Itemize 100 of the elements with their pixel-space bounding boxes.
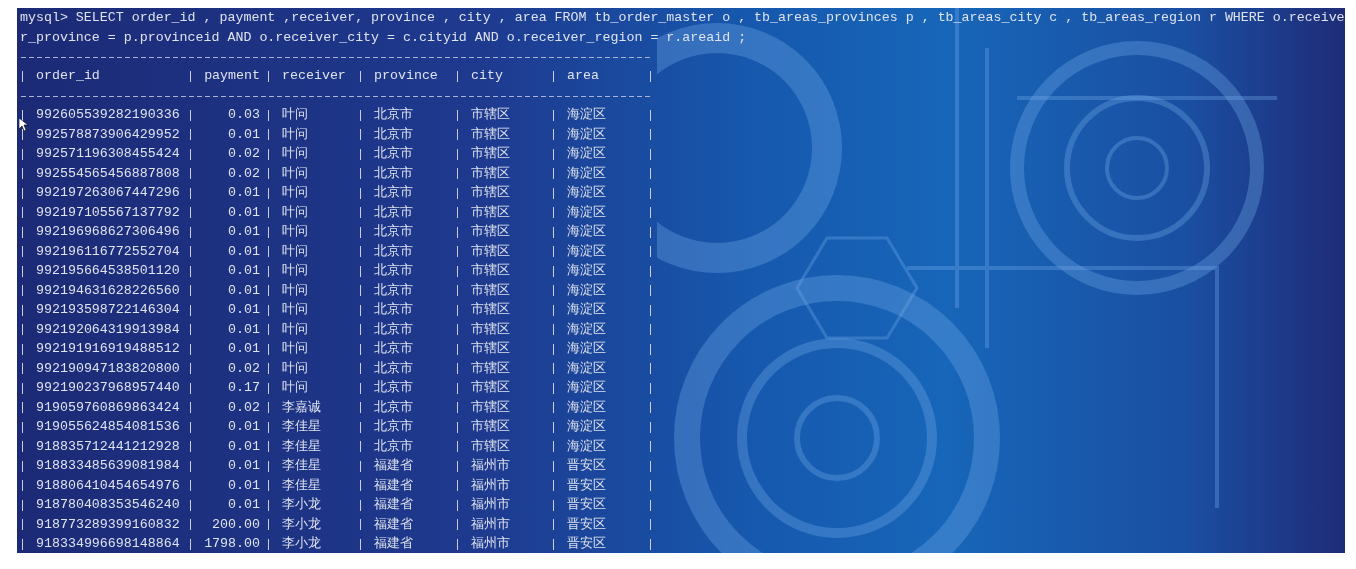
- table-cell-text: 0.01: [227, 302, 261, 319]
- table-cell-text: 北京市: [373, 399, 413, 416]
- table-cell-text: 992196968627306496: [35, 224, 180, 241]
- table-cell-text: 叶问: [281, 185, 308, 202]
- table-cell-text: 北京市: [373, 224, 413, 241]
- table-cell-text: 叶问: [281, 107, 308, 124]
- table-cell-text: 992196116772552704: [35, 243, 180, 260]
- table-cell-text: 海淀区: [566, 321, 606, 338]
- table-cell-text: 919059760869863424: [35, 399, 180, 416]
- table-cell-text: 918835712441212928: [35, 438, 180, 455]
- table-cell-text: 福州市: [470, 497, 510, 514]
- table-cell-text: 992193598722146304: [35, 302, 180, 319]
- table-cell-text: 北京市: [373, 146, 413, 163]
- table-cell-text: 叶问: [281, 243, 308, 260]
- table-cell-text: 叶问: [281, 204, 308, 221]
- table-cell-text: 叶问: [281, 321, 308, 338]
- table-cell-text: 福州市: [470, 458, 510, 475]
- table-cell-text: 北京市: [373, 380, 413, 397]
- table-cell-text: 晋安区: [566, 458, 606, 475]
- table-cell-text: 919055624854081536: [35, 419, 180, 436]
- table-cell-text: 北京市: [373, 185, 413, 202]
- table-cell-text: 992197263067447296: [35, 185, 180, 202]
- table-cell-text: 市辖区: [470, 360, 510, 377]
- table-cell-text: 福建省: [373, 477, 413, 494]
- table-cell-text: 市辖区: [470, 126, 510, 143]
- table-cell-text: 海淀区: [566, 341, 606, 358]
- table-cell-text: 市辖区: [470, 399, 510, 416]
- table-cell-text: 市辖区: [470, 380, 510, 397]
- table-cell-text: 992195664538501120: [35, 263, 180, 280]
- column-header: order_id: [35, 68, 100, 85]
- table-cell-text: 晋安区: [566, 516, 606, 533]
- table-cell-text: 海淀区: [566, 438, 606, 455]
- table-cell-text: 0.01: [227, 243, 261, 260]
- table-cell-text: 1798.00: [203, 536, 261, 553]
- table-cell-text: 叶问: [281, 360, 308, 377]
- table-cell-text: 福建省: [373, 536, 413, 553]
- table-cell-text: 北京市: [373, 165, 413, 182]
- table-cell-text: 北京市: [373, 438, 413, 455]
- table-cell-text: 海淀区: [566, 302, 606, 319]
- table-cell-text: 市辖区: [470, 224, 510, 241]
- table-cell-text: 北京市: [373, 360, 413, 377]
- table-cell-text: 福建省: [373, 516, 413, 533]
- table-cell-text: 918833485639081984: [35, 458, 180, 475]
- table-cell-text: 李小龙: [281, 497, 321, 514]
- table-cell-text: 992192064319913984: [35, 321, 180, 338]
- table-cell-text: 福州市: [470, 536, 510, 553]
- table-cell-text: 北京市: [373, 341, 413, 358]
- table-cell-text: 992571196308455424: [35, 146, 180, 163]
- table-cell-text: 0.17: [227, 380, 261, 397]
- table-cell-text: 市辖区: [470, 165, 510, 182]
- table-cell-text: 0.01: [227, 185, 261, 202]
- table-cell-text: 918773289399160832: [35, 516, 180, 533]
- table-cell-text: 海淀区: [566, 263, 606, 280]
- table-cell-text: 海淀区: [566, 380, 606, 397]
- table-cell-text: 0.01: [227, 477, 261, 494]
- table-cell-text: 海淀区: [566, 185, 606, 202]
- table-cell-text: 叶问: [281, 165, 308, 182]
- table-cell-text: 北京市: [373, 419, 413, 436]
- table-cell-text: 0.01: [227, 321, 261, 338]
- table-cell-text: 992197105567137792: [35, 204, 180, 221]
- table-cell-text: 李佳星: [281, 477, 321, 494]
- table-cell-text: 0.01: [227, 458, 261, 475]
- table-cell-text: 918780408353546240: [35, 497, 180, 514]
- table-cell-text: 0.01: [227, 497, 261, 514]
- table-cell-text: 0.03: [227, 107, 261, 124]
- column-header: city: [470, 68, 503, 85]
- table-cell-text: 福州市: [470, 477, 510, 494]
- table-cell-text: 李佳星: [281, 438, 321, 455]
- table-cell-text: 晋安区: [566, 477, 606, 494]
- table-cell-text: 福建省: [373, 458, 413, 475]
- table-cell-text: 海淀区: [566, 360, 606, 377]
- table-cell-text: 992554565456887808: [35, 165, 180, 182]
- table-cell-text: 0.02: [227, 399, 261, 416]
- table-cell-text: 海淀区: [566, 282, 606, 299]
- table-cell-text: 李嘉诚: [281, 399, 321, 416]
- table-cell-text: 叶问: [281, 302, 308, 319]
- table-cell-text: 992194631628226560: [35, 282, 180, 299]
- table-cell-text: 北京市: [373, 126, 413, 143]
- table-cell-text: 海淀区: [566, 146, 606, 163]
- table-cell-text: 0.01: [227, 438, 261, 455]
- table-cell-text: 海淀区: [566, 224, 606, 241]
- table-cell-text: 北京市: [373, 263, 413, 280]
- mouse-cursor-icon: [19, 118, 28, 131]
- table-cell-text: 市辖区: [470, 107, 510, 124]
- table-cell-text: 海淀区: [566, 419, 606, 436]
- table-cell-text: 0.02: [227, 146, 261, 163]
- table-cell-text: 市辖区: [470, 321, 510, 338]
- table-cell-text: 北京市: [373, 204, 413, 221]
- table-cell-text: 0.01: [227, 204, 261, 221]
- table-cell-text: 叶问: [281, 126, 308, 143]
- table-cell-text: 北京市: [373, 107, 413, 124]
- table-cell-text: 叶问: [281, 263, 308, 280]
- table-cell-text: 海淀区: [566, 165, 606, 182]
- table-cell-text: 福州市: [470, 516, 510, 533]
- table-cell-text: 叶问: [281, 282, 308, 299]
- table-cell-text: 北京市: [373, 321, 413, 338]
- table-cell-text: 海淀区: [566, 126, 606, 143]
- column-header: province: [373, 68, 438, 85]
- table-cell-text: 叶问: [281, 146, 308, 163]
- table-cell-text: 0.01: [227, 282, 261, 299]
